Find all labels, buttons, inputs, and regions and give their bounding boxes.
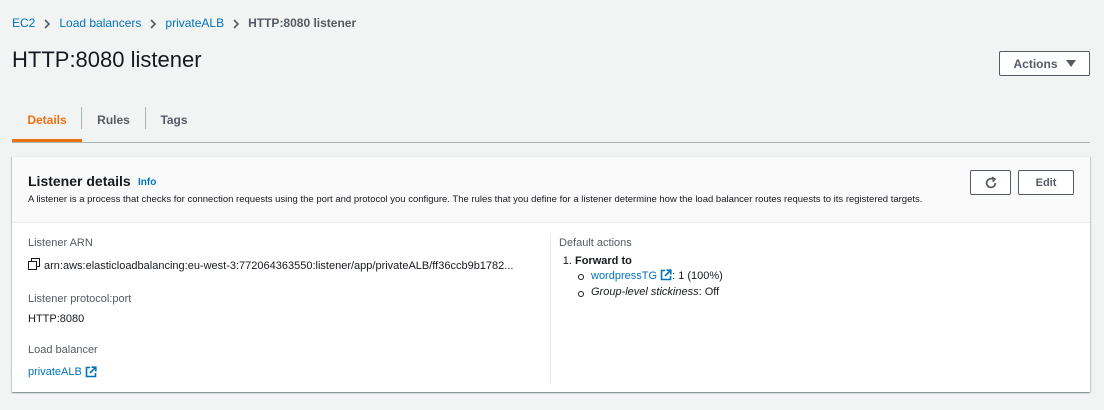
edit-button[interactable]: Edit xyxy=(1018,170,1074,195)
chevron-right-icon xyxy=(224,15,248,30)
stickiness-label: Group-level stickiness xyxy=(591,286,699,298)
arn-row: arn:aws:elasticloadbalancing:eu-west-3:7… xyxy=(28,257,548,275)
default-actions-list: Forward to wordpressTG : 1 (100%) Group-… xyxy=(559,255,1069,298)
info-link[interactable]: Info xyxy=(138,177,156,188)
actions-button-label: Actions xyxy=(1013,56,1058,71)
action-item: Forward to wordpressTG : 1 (100%) Group-… xyxy=(575,255,1069,298)
breadcrumb-load-balancers[interactable]: Load balancers xyxy=(59,16,141,30)
target-group-list: wordpressTG : 1 (100%) Group-level stick… xyxy=(575,269,1069,298)
panel-header: Listener details Info A listener is a pr… xyxy=(12,157,1090,223)
stickiness-value: : Off xyxy=(698,286,720,298)
target-group-link[interactable]: wordpressTG xyxy=(591,270,657,282)
caret-down-icon xyxy=(1065,60,1076,67)
refresh-icon xyxy=(985,176,996,188)
load-balancer-label: Load balancer xyxy=(28,344,98,356)
target-weight: : 1 (100%) xyxy=(672,270,723,282)
page-title: HTTP:8080 listener xyxy=(12,47,202,72)
stickiness-item: Group-level stickiness: Off xyxy=(578,286,1069,298)
page: EC2 Load balancers privateALB HTTP:8080 … xyxy=(0,0,1104,410)
tab-tags[interactable]: Tags xyxy=(145,100,203,140)
tab-bar: Details Rules Tags xyxy=(12,100,1090,143)
chevron-right-icon xyxy=(141,15,165,30)
details-right-column: Default actions Forward to wordpressTG :… xyxy=(559,237,1069,302)
breadcrumb-current: HTTP:8080 listener xyxy=(248,15,357,30)
load-balancer-link[interactable]: privateALB xyxy=(28,366,97,378)
breadcrumb-private-alb[interactable]: privateALB xyxy=(165,16,224,30)
tab-rules[interactable]: Rules xyxy=(82,100,145,140)
actions-button[interactable]: Actions xyxy=(999,51,1090,76)
protocol-label: Listener protocol:port xyxy=(28,293,132,305)
listener-details-panel: Listener details Info A listener is a pr… xyxy=(12,156,1090,392)
arn-field: Listener ARN arn:aws:elasticloadbalancin… xyxy=(28,237,548,275)
refresh-button[interactable] xyxy=(970,170,1011,195)
forward-to-label: Forward to xyxy=(575,255,632,267)
breadcrumb-ec2[interactable]: EC2 xyxy=(12,16,35,30)
protocol-field: Listener protocol:port HTTP:8080 xyxy=(28,293,548,325)
panel-title: Listener details xyxy=(28,173,131,189)
arn-value: arn:aws:elasticloadbalancing:eu-west-3:7… xyxy=(44,260,514,272)
copy-icon[interactable] xyxy=(28,257,40,275)
panel-description: A listener is a process that checks for … xyxy=(28,194,923,205)
arn-label: Listener ARN xyxy=(28,237,93,249)
protocol-value: HTTP:8080 xyxy=(28,313,85,325)
default-actions-label: Default actions xyxy=(559,237,632,249)
load-balancer-field: Load balancer privateALB xyxy=(28,344,548,380)
external-link-icon[interactable] xyxy=(660,269,672,281)
details-left-column: Listener ARN arn:aws:elasticloadbalancin… xyxy=(28,237,548,380)
tab-details[interactable]: Details xyxy=(12,100,82,142)
target-group-item: wordpressTG : 1 (100%) xyxy=(578,269,1069,282)
load-balancer-link-text: privateALB xyxy=(28,366,82,378)
breadcrumb: EC2 Load balancers privateALB HTTP:8080 … xyxy=(12,15,356,30)
external-link-icon xyxy=(85,366,97,378)
column-divider xyxy=(550,233,551,384)
chevron-right-icon xyxy=(35,15,59,30)
